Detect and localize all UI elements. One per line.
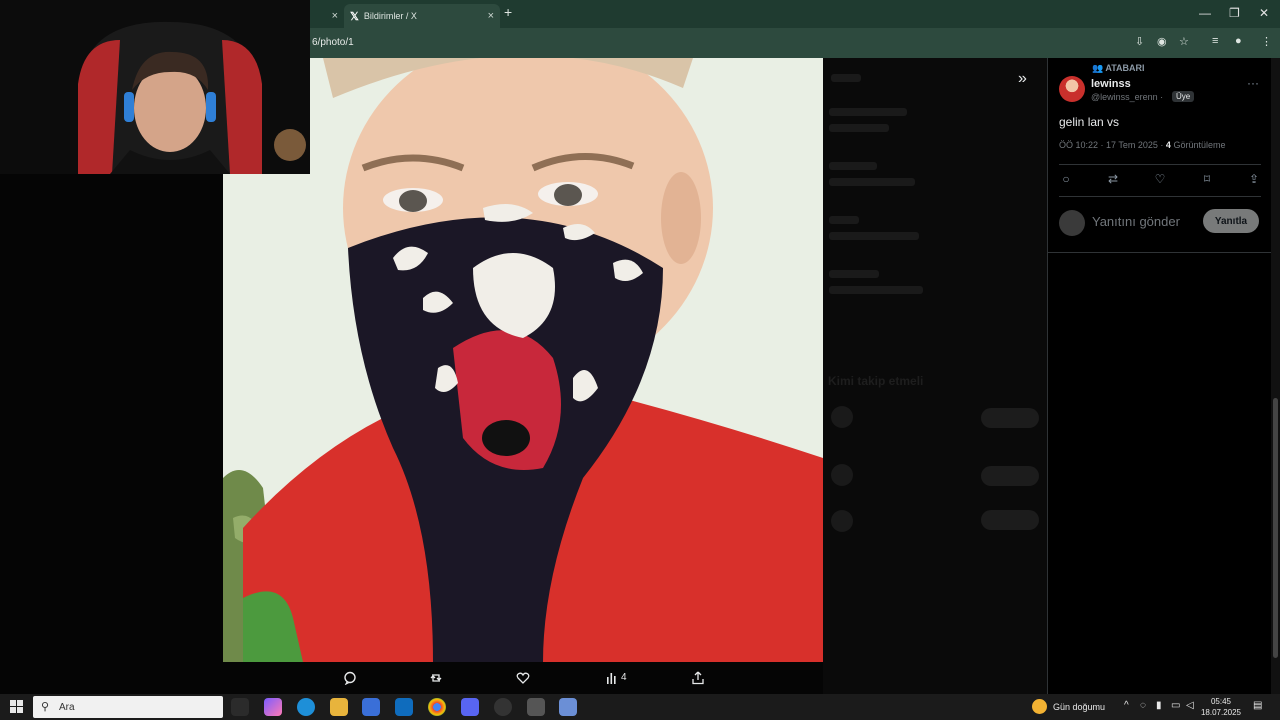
- tweet-actions: ○ ⇄ ♡ ⌑ ⇪: [1059, 172, 1261, 186]
- divider: [1059, 196, 1261, 197]
- settings-gear-icon[interactable]: [527, 698, 545, 716]
- ghost-follow-button: [981, 510, 1039, 530]
- close-tab-icon[interactable]: ×: [332, 10, 338, 22]
- search-icon: ⚲: [41, 701, 50, 713]
- search-input[interactable]: Ara: [59, 702, 75, 713]
- divider: [1048, 252, 1272, 253]
- ghost-text: [829, 124, 889, 132]
- ghost-follow-button: [981, 408, 1039, 428]
- tweet-panel: 👥 ATABARI lewinss @lewinss_erenn · Üye ·…: [1047, 58, 1272, 694]
- clock-time: 05:45: [1210, 697, 1232, 706]
- profile-avatar-icon[interactable]: ●: [1235, 35, 1242, 47]
- tweet-meta: ÖÖ 10:22 · 17 Tem 2025 · 4 Görüntüleme: [1059, 140, 1225, 150]
- scroll-thumb[interactable]: [1273, 398, 1278, 658]
- ghost-avatar: [831, 464, 853, 486]
- windows-start-icon[interactable]: [10, 700, 23, 713]
- ghost-text: [831, 74, 861, 82]
- ghost-text: [829, 108, 907, 116]
- reply-avatar: [1059, 210, 1085, 236]
- clock-date: 18.07.2025: [1200, 708, 1242, 717]
- chrome-icon[interactable]: [428, 698, 446, 716]
- comment-icon[interactable]: ○: [1059, 172, 1073, 186]
- heart-icon[interactable]: [514, 669, 532, 687]
- people-icon: 👥: [1092, 63, 1106, 73]
- expand-panel-icon[interactable]: »: [1018, 70, 1027, 88]
- ghost-text: [829, 286, 923, 294]
- close-tab-icon[interactable]: ×: [488, 10, 494, 22]
- tweet-time[interactable]: ÖÖ 10:22 · 17 Tem 2025 ·: [1059, 140, 1163, 150]
- bar-chart-icon[interactable]: [603, 669, 621, 687]
- divider: [1059, 164, 1261, 165]
- retweet-icon[interactable]: ⇄: [1106, 172, 1120, 186]
- tweet-views-label: Görüntüleme: [1173, 140, 1226, 150]
- sun-icon: [1032, 699, 1047, 714]
- ghost-follow-button: [981, 466, 1039, 486]
- eye-off-icon[interactable]: ◉: [1157, 35, 1167, 48]
- notifications-icon[interactable]: ▤: [1253, 700, 1262, 711]
- obs-icon[interactable]: [494, 698, 512, 716]
- retweet-icon[interactable]: [427, 669, 445, 687]
- microphone-icon[interactable]: ▮: [1156, 700, 1162, 711]
- comment-icon[interactable]: [341, 669, 359, 687]
- photo-selfie: [223, 58, 823, 662]
- restore-button[interactable]: ❐: [1229, 6, 1240, 20]
- close-window-button[interactable]: ✕: [1259, 6, 1269, 20]
- reply-button[interactable]: Yanıtla: [1203, 209, 1259, 233]
- menu-dots-icon[interactable]: ⋮: [1261, 35, 1272, 48]
- ghost-avatar: [831, 510, 853, 532]
- ghost-avatar: [831, 406, 853, 428]
- photo-action-bar: 4: [223, 662, 823, 694]
- outlook-icon[interactable]: [395, 698, 413, 716]
- share-icon[interactable]: ⇪: [1247, 172, 1261, 186]
- webcam-feed: [0, 0, 310, 174]
- copilot-icon[interactable]: [264, 698, 282, 716]
- edge-icon[interactable]: [297, 698, 315, 716]
- ghost-text: [829, 270, 879, 278]
- screen: × 𝕏 Bildirimler / X × + — ❐ ✕ 6/photo/1 …: [0, 0, 1280, 720]
- tweet-views-number: 4: [1165, 140, 1171, 150]
- pinned-label: 👥 ATABARI: [1092, 63, 1145, 73]
- tray-app-icon[interactable]: ◌: [1140, 700, 1146, 711]
- taskbar-clock[interactable]: 05:45 18.07.2025: [1199, 696, 1243, 718]
- discord-icon[interactable]: [461, 698, 479, 716]
- tab-label: Bildirimler / X: [363, 11, 417, 21]
- who-to-follow-title: Kimi takip etmeli: [828, 374, 924, 388]
- network-icon[interactable]: ▭: [1171, 700, 1180, 711]
- ghost-text: [829, 178, 915, 186]
- author-name[interactable]: lewinss: [1091, 78, 1131, 90]
- ghost-text: [829, 232, 919, 240]
- tweet-photo[interactable]: [223, 58, 823, 662]
- more-options-icon[interactable]: ···: [1247, 76, 1259, 90]
- author-handle[interactable]: @lewinss_erenn ·: [1091, 92, 1163, 102]
- member-badge: Üye: [1172, 91, 1195, 102]
- minimize-button[interactable]: —: [1199, 6, 1211, 20]
- ghost-text: [829, 162, 877, 170]
- address-bar[interactable]: 6/photo/1: [312, 37, 354, 48]
- weather-label[interactable]: Gün doğumu: [1053, 702, 1105, 712]
- browser-tab-notifications[interactable]: 𝕏 Bildirimler / X ×: [344, 4, 500, 28]
- avatar[interactable]: [1059, 76, 1085, 102]
- install-app-icon[interactable]: ⇩: [1135, 35, 1144, 48]
- app-icon[interactable]: [559, 698, 577, 716]
- reply-input[interactable]: Yanıtını gönder: [1092, 214, 1180, 229]
- ghost-text: [829, 216, 859, 224]
- taskbar: ⚲ Ara Gün doğumu ^ ◌ ▮ ▭ ◁ 05:45 18.07.2…: [0, 694, 1280, 720]
- webcam-overlay: [0, 0, 310, 174]
- task-view-icon[interactable]: [231, 698, 249, 716]
- star-icon[interactable]: ☆: [1179, 35, 1189, 48]
- taskbar-search[interactable]: ⚲ Ara: [33, 696, 223, 718]
- tweet-text: gelin lan vs: [1059, 115, 1120, 129]
- file-explorer-icon[interactable]: [330, 698, 348, 716]
- views-count: 4: [621, 672, 627, 683]
- store-icon[interactable]: [362, 698, 380, 716]
- heart-icon[interactable]: ♡: [1153, 172, 1167, 186]
- reading-list-icon[interactable]: ≡: [1212, 35, 1218, 47]
- new-tab-button[interactable]: +: [504, 4, 512, 20]
- scrollbar[interactable]: [1271, 58, 1280, 694]
- volume-icon[interactable]: ◁: [1186, 700, 1194, 711]
- chevron-up-icon[interactable]: ^: [1124, 700, 1129, 711]
- bookmark-icon[interactable]: ⌑: [1200, 172, 1214, 186]
- share-icon[interactable]: [689, 669, 707, 687]
- x-logo-icon: 𝕏: [350, 10, 359, 23]
